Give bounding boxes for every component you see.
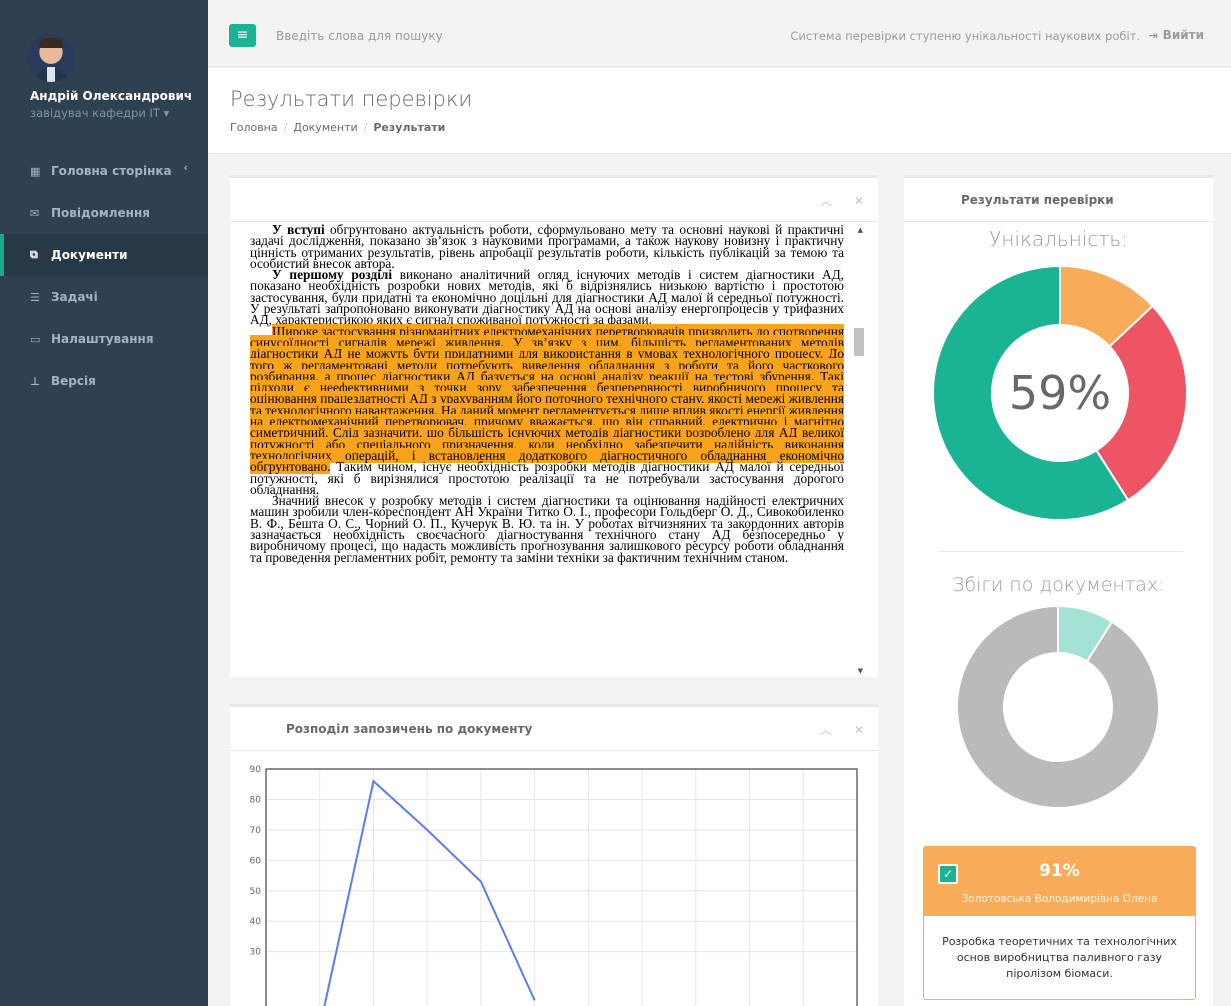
y-tick-label: 70 <box>250 826 262 836</box>
breadcrumb: Головна / Документи / Результати <box>230 121 446 134</box>
document-viewer[interactable]: У вступі обгрунтовано актуальність робот… <box>250 224 866 677</box>
th-large-icon: ▦ <box>30 164 41 178</box>
sidebar-item-label: Версія <box>51 374 96 388</box>
uniqueness-donut-chart: 59% <box>932 265 1188 521</box>
profile-role-dropdown[interactable]: завідувач кафедри IT ▾ <box>30 106 169 120</box>
sidebar-nav: ▦ Головна сторінка ‹ ✉ Повідомлення ⧉ До… <box>0 150 208 402</box>
plot-frame <box>265 768 858 1006</box>
matches-label: Збіги по документах: <box>952 574 1165 596</box>
close-icon[interactable]: ✕ <box>854 194 864 208</box>
match-percent: 91% <box>1039 861 1080 881</box>
sidebar-item-home[interactable]: ▦ Головна сторінка ‹ <box>0 150 208 192</box>
chart-panel: Розподіл запозичень по документу ︿ ✕ 30 40… <box>230 704 878 1006</box>
collapse-icon[interactable]: ︿ <box>820 194 832 208</box>
sidebar-item-tasks[interactable]: ☰ Задачі <box>0 276 208 318</box>
paragraph: У першому розділі виконано аналітичний о… <box>250 267 844 328</box>
top-navbar: ≡ Система перевірки ступеню унікальності… <box>208 0 1231 67</box>
avatar[interactable] <box>27 34 75 82</box>
match-card-header: ✓ 91% Золотовська Володимирівна Олена <box>924 847 1195 916</box>
sign-out-icon: ⇥ <box>1148 29 1158 42</box>
sidebar-item-version[interactable]: ⊥ Версія <box>0 360 208 402</box>
y-tick-label: 60 <box>250 856 262 866</box>
panel-header: ︿ ✕ <box>230 178 878 222</box>
logout-link[interactable]: ⇥ Вийти <box>1148 28 1204 42</box>
system-title: Система перевірки ступеню унікальності н… <box>790 29 1140 43</box>
sidebar-item-label: Задачі <box>51 290 98 304</box>
document-panel: ︿ ✕ У вступі обгрунтовано актуальність ро… <box>230 175 878 677</box>
scrollbar-thumb[interactable] <box>854 328 864 356</box>
sidebar: Андрій Олександрович завідувач кафедри I… <box>0 0 208 1006</box>
match-title: Розробка теоретичних та технологічних ос… <box>942 935 1177 980</box>
logout-label: Вийти <box>1162 28 1204 42</box>
scroll-down-icon[interactable]: ▼ <box>858 667 863 675</box>
scroll-up-icon[interactable]: ▲ <box>858 226 863 234</box>
matches-donut-chart <box>956 605 1160 809</box>
divider <box>939 551 1183 552</box>
breadcrumb-documents[interactable]: Документи <box>293 121 357 134</box>
y-tick-label: 80 <box>250 795 262 805</box>
sidebar-item-label: Головна сторінка <box>51 164 172 178</box>
chart-panel-title: Розподіл запозичень по документу <box>286 722 533 736</box>
sitemap-icon: ⊥ <box>30 374 41 388</box>
panel-header: Результати перевірки <box>904 178 1213 222</box>
breadcrumb-current: Результати <box>373 121 446 134</box>
donut-slice <box>956 605 1160 809</box>
panel-tools: ︿ ✕ <box>798 721 864 738</box>
uniqueness-value: 59% <box>1009 366 1111 420</box>
files-icon: ⧉ <box>30 248 38 261</box>
sidebar-item-settings[interactable]: ▭ Налаштування <box>0 318 208 360</box>
match-card[interactable]: ✓ 91% Золотовська Володимирівна Олена Ро… <box>923 846 1196 1000</box>
page-heading: Результати перевірки Головна / Документи / Р… <box>208 68 1231 154</box>
document-text: У вступі обгрунтовано актуальність робот… <box>250 224 844 565</box>
results-panel-title: Результати перевірки <box>961 193 1114 207</box>
breadcrumb-home[interactable]: Головна <box>230 121 278 134</box>
y-tick-label: 40 <box>250 917 262 927</box>
y-tick-label: 90 <box>250 765 262 775</box>
desktop-icon: ▭ <box>30 332 41 346</box>
scrollbar[interactable]: ▲ ▼ <box>852 224 866 677</box>
uniqueness-label: Унікальність: <box>989 227 1128 251</box>
sidebar-item-label: Документи <box>51 248 128 262</box>
paragraph-highlighted: Широке застосування різноманітних електр… <box>250 323 844 497</box>
close-icon[interactable]: ✕ <box>854 723 864 737</box>
match-author: Золотовська Володимирівна Олена <box>961 893 1158 905</box>
panel-header: Розподіл запозичень по документу ︿ ✕ <box>230 707 878 751</box>
collapse-icon[interactable]: ︿ <box>820 723 832 737</box>
search-input[interactable] <box>276 24 676 48</box>
paragraph: Значний внесок у розробку методів і сист… <box>250 493 844 565</box>
sidebar-item-documents[interactable]: ⧉ Документи <box>0 234 208 276</box>
y-tick-label: 50 <box>250 887 262 897</box>
chevron-left-icon: ‹ <box>183 161 188 174</box>
paragraph: У вступі обгрунтовано актуальність робот… <box>250 224 844 271</box>
y-tick-label: 30 <box>250 948 262 958</box>
sidebar-item-label: Повідомлення <box>51 206 150 220</box>
borrowing-line-chart: 30 40 50 60 70 80 90 <box>250 765 858 1006</box>
page-title: Результати перевірки <box>230 87 473 111</box>
panel-tools: ︿ ✕ <box>798 192 864 209</box>
tasks-icon: ☰ <box>30 290 40 304</box>
menu-toggle-button[interactable]: ≡ <box>229 24 256 47</box>
sidebar-item-messages[interactable]: ✉ Повідомлення <box>0 192 208 234</box>
sidebar-item-label: Налаштування <box>51 332 154 346</box>
envelope-icon: ✉ <box>30 206 40 220</box>
highlighted-borrowing[interactable]: Широке застосування різноманітних електр… <box>250 323 844 475</box>
results-panel: Результати перевірки Унікальність: 59% З… <box>904 175 1213 1006</box>
profile-name: Андрій Олександрович <box>30 89 193 103</box>
